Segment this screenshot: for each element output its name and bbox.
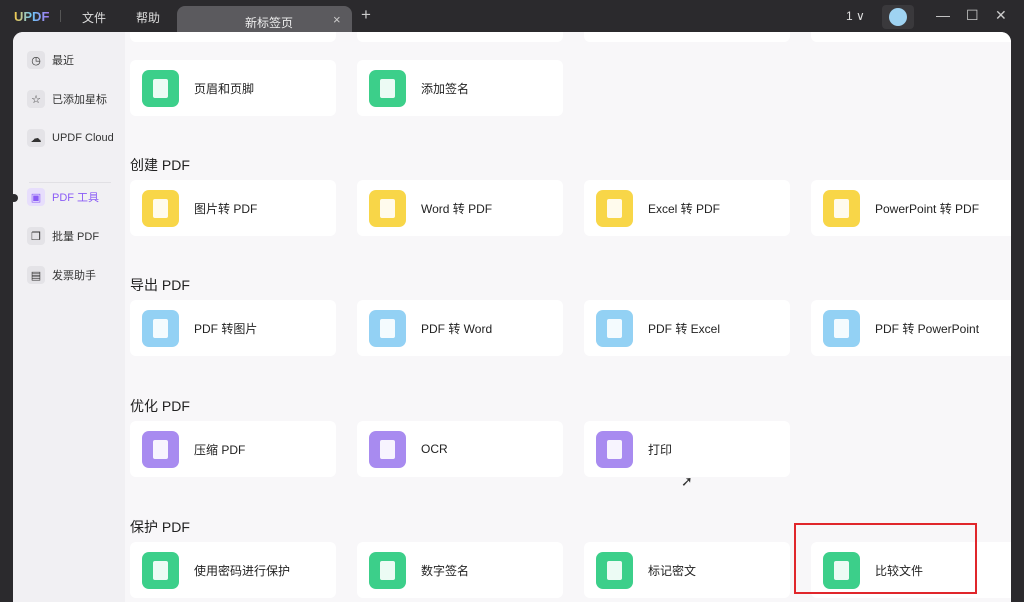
tool-icon — [369, 430, 406, 468]
sidebar-item-label: 批量 PDF — [52, 231, 100, 243]
updf-logo: UPDF — [14, 9, 50, 24]
page-count-dropdown[interactable]: 1 ∨ — [846, 9, 865, 23]
tool-label: PDF 转 Word — [421, 321, 493, 336]
close-tab-icon[interactable]: × — [333, 12, 341, 27]
tool-icon — [369, 309, 406, 347]
sidebar-item-label: 发票助手 — [52, 270, 96, 282]
tool-icon — [369, 551, 406, 589]
tool-card[interactable]: PDF 转 PowerPoint — [811, 300, 1011, 356]
tool-card[interactable]: 压缩 PDF — [130, 421, 336, 477]
toolbox-icon: ▣ — [27, 188, 45, 206]
tool-label: 标记密文 — [648, 563, 697, 578]
cloud-icon: ☁ — [27, 129, 45, 147]
tool-label: OCR — [421, 442, 448, 456]
tool-card[interactable]: 打印 — [584, 421, 790, 477]
tool-label: Word 转 PDF — [421, 201, 493, 216]
main-panel: ◷ 最近 ☆ 已添加星标 ☁ UPDF Cloud ▣ PDF 工具 ❐ 批量 PDF ▤ 发票助手 … — [13, 32, 1011, 602]
section-title: 创建 PDF — [130, 157, 190, 173]
tool-label: Excel 转 PDF — [648, 201, 721, 216]
tool-label: 使用密码进行保护 — [194, 563, 291, 578]
tool-icon — [596, 189, 633, 227]
sidebar-item-recent[interactable]: ◷ 最近 — [27, 48, 74, 72]
tool-card[interactable]: 页眉和页脚 — [130, 60, 336, 116]
tool-icon — [142, 430, 179, 468]
tool-card-partial — [811, 32, 1011, 42]
tool-icon — [596, 551, 633, 589]
section-title: 保护 PDF — [130, 519, 190, 535]
tool-label: PDF 转 Excel — [648, 321, 721, 336]
tool-icon — [142, 309, 179, 347]
tool-icon — [142, 551, 179, 589]
active-indicator — [13, 194, 18, 202]
divider — [60, 10, 61, 22]
tab-new[interactable]: 新标签页 × — [177, 6, 352, 34]
tools-content: 页眉和页脚 添加签名创建 PDF 图片转 PDF Word 转 PDF Excel 转 … — [125, 32, 1011, 602]
tool-icon — [142, 69, 179, 107]
title-bar: UPDF 文件 帮助 新标签页 × + 1 ∨ — ☐ ✕ — [0, 0, 1024, 34]
section-title: 导出 PDF — [130, 277, 190, 293]
minimize-button[interactable]: — — [936, 7, 950, 23]
section-title: 优化 PDF — [130, 398, 190, 414]
sidebar-item-starred[interactable]: ☆ 已添加星标 — [27, 87, 107, 111]
sidebar-item-batch-pdf[interactable]: ❐ 批量 PDF — [27, 224, 99, 248]
maximize-button[interactable]: ☐ — [966, 7, 979, 24]
tab-label: 新标签页 — [245, 16, 294, 30]
tool-card[interactable]: 使用密码进行保护 — [130, 542, 336, 598]
page-count: 1 — [846, 9, 853, 23]
sidebar-item-label: 已添加星标 — [52, 94, 107, 106]
sidebar-item-label: 最近 — [52, 55, 74, 67]
tool-label: 添加签名 — [421, 81, 470, 96]
tool-label: 数字签名 — [421, 563, 470, 578]
tool-icon — [823, 189, 860, 227]
tool-icon — [369, 69, 406, 107]
sidebar-item-cloud[interactable]: ☁ UPDF Cloud — [27, 126, 114, 150]
tool-card[interactable]: 数字签名 — [357, 542, 563, 598]
clock-icon: ◷ — [27, 51, 45, 69]
tool-card-partial — [357, 32, 563, 42]
tool-icon — [596, 309, 633, 347]
tool-card-partial — [584, 32, 790, 42]
tool-label: 页眉和页脚 — [194, 81, 255, 96]
tool-icon — [369, 189, 406, 227]
tool-card-partial — [130, 32, 336, 42]
batch-icon: ❐ — [27, 227, 45, 245]
tool-label: 打印 — [648, 442, 673, 457]
star-icon: ☆ — [27, 90, 45, 108]
tool-card[interactable]: PDF 转 Word — [357, 300, 563, 356]
tool-card[interactable]: Word 转 PDF — [357, 180, 563, 236]
new-tab-button[interactable]: + — [361, 5, 371, 25]
tool-card[interactable]: 添加签名 — [357, 60, 563, 116]
invoice-icon: ▤ — [27, 266, 45, 284]
mouse-cursor-icon: ➚ — [681, 473, 693, 489]
tool-card[interactable]: PDF 转图片 — [130, 300, 336, 356]
tool-label: 图片转 PDF — [194, 201, 258, 216]
sidebar-item-label: PDF 工具 — [52, 192, 100, 204]
tool-card[interactable]: Excel 转 PDF — [584, 180, 790, 236]
tool-icon — [142, 189, 179, 227]
tool-label: PDF 转 PowerPoint — [875, 321, 980, 336]
tool-card[interactable]: 标记密文 — [584, 542, 790, 598]
avatar[interactable] — [882, 5, 914, 29]
tool-card[interactable]: 图片转 PDF — [130, 180, 336, 236]
chevron-down-icon: ∨ — [856, 9, 865, 23]
sidebar-item-label: UPDF Cloud — [52, 132, 114, 144]
menu-help[interactable]: 帮助 — [136, 9, 160, 26]
tool-card[interactable]: OCR — [357, 421, 563, 477]
tool-label: 压缩 PDF — [194, 442, 246, 457]
sidebar: ◷ 最近 ☆ 已添加星标 ☁ UPDF Cloud ▣ PDF 工具 ❐ 批量 PDF ▤ 发票助手 — [13, 32, 125, 602]
tool-icon — [596, 430, 633, 468]
sidebar-item-invoice[interactable]: ▤ 发票助手 — [27, 263, 96, 287]
highlight-box — [794, 523, 977, 594]
sidebar-item-pdf-tools[interactable]: ▣ PDF 工具 — [27, 185, 99, 209]
tool-icon — [823, 309, 860, 347]
tool-card[interactable]: PowerPoint 转 PDF — [811, 180, 1011, 236]
tool-label: PDF 转图片 — [194, 321, 258, 336]
tool-label: PowerPoint 转 PDF — [875, 201, 980, 216]
menu-file[interactable]: 文件 — [82, 9, 106, 26]
sidebar-divider — [29, 182, 111, 183]
tool-card[interactable]: PDF 转 Excel — [584, 300, 790, 356]
close-button[interactable]: ✕ — [995, 7, 1007, 24]
